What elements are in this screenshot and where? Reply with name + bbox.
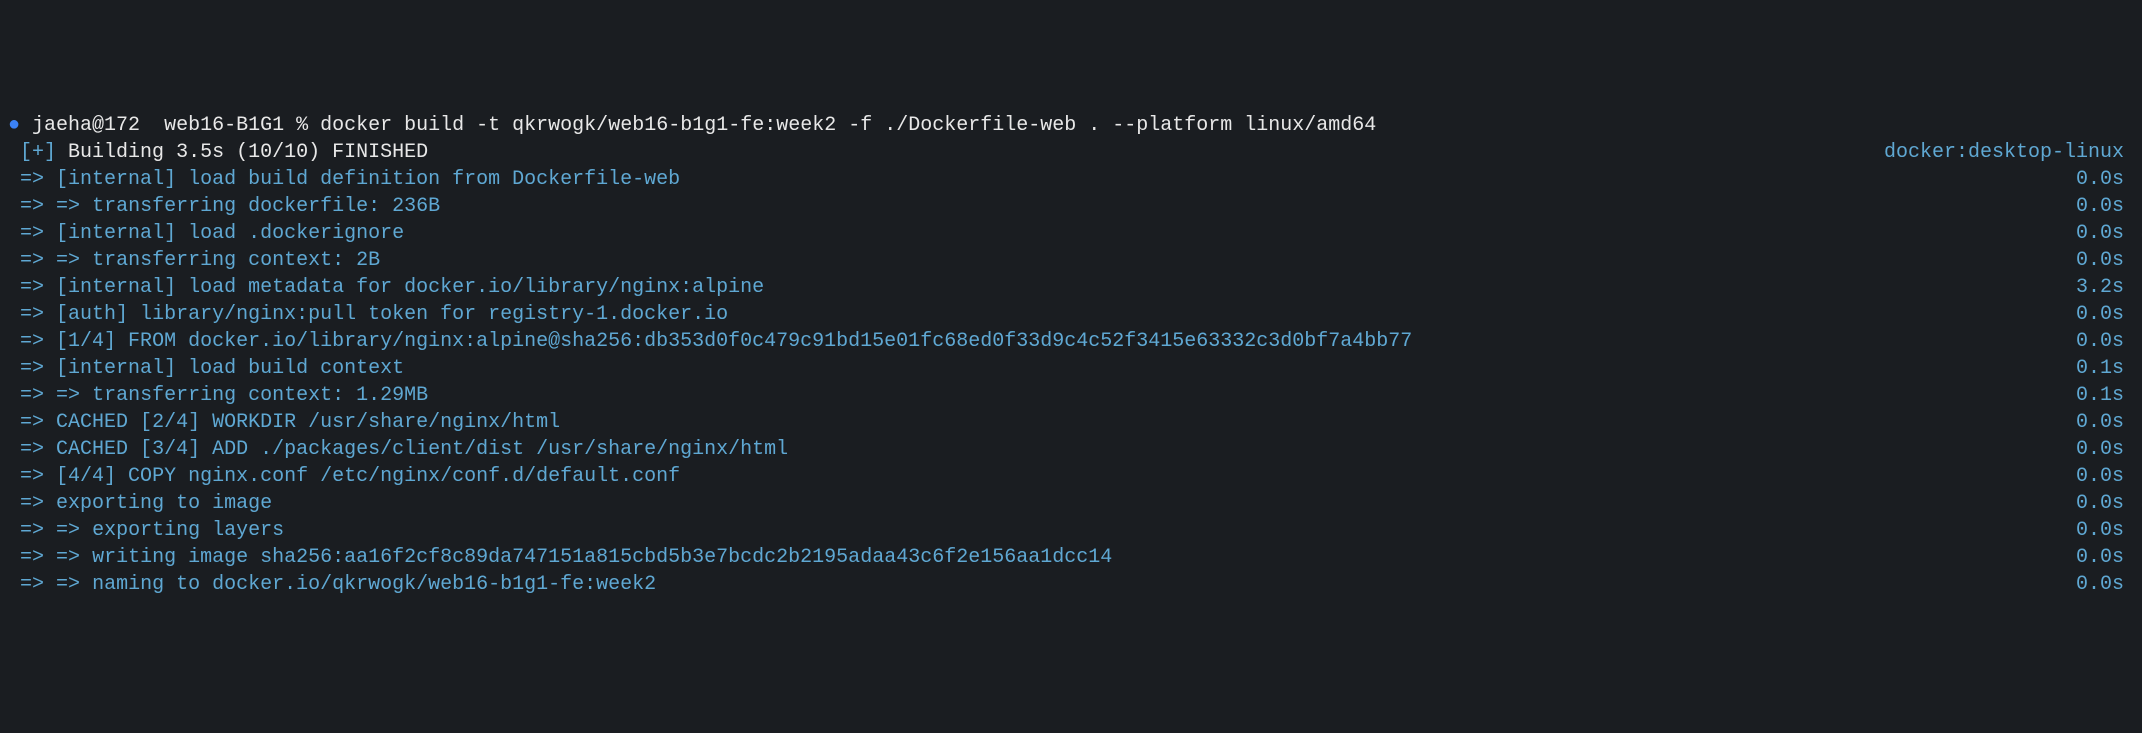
step-text: [internal] load metadata for docker.io/l…	[56, 276, 764, 299]
build-step-line: => [4/4] COPY nginx.conf /etc/nginx/conf…	[8, 463, 2134, 490]
sub-arrow-icon: =>	[56, 519, 92, 542]
build-step-line: => exporting to image 0.0s	[8, 490, 2134, 517]
step-text: [1/4] FROM docker.io/library/nginx:alpin…	[56, 330, 1412, 353]
build-step-line: => [internal] load .dockerignore 0.0s	[8, 220, 2134, 247]
build-step-line: => => writing image sha256:aa16f2cf8c89d…	[8, 544, 2134, 571]
step-time: 0.0s	[2076, 193, 2134, 220]
arrow-icon: =>	[20, 168, 44, 191]
arrow-icon: =>	[20, 519, 44, 542]
step-text: [auth] library/nginx:pull token for regi…	[56, 303, 728, 326]
arrow-icon: =>	[20, 222, 44, 245]
arrow-icon: =>	[20, 411, 44, 434]
sub-arrow-icon: =>	[56, 249, 92, 272]
build-step-line: => CACHED [3/4] ADD ./packages/client/di…	[8, 436, 2134, 463]
step-text: CACHED [3/4] ADD ./packages/client/dist …	[56, 438, 788, 461]
step-time: 0.0s	[2076, 166, 2134, 193]
build-step-line: => => transferring context: 1.29MB 0.1s	[8, 382, 2134, 409]
step-time: 0.0s	[2076, 436, 2134, 463]
build-step-line: => => exporting layers 0.0s	[8, 517, 2134, 544]
build-header: [+] Building 3.5s (10/10) FINISHED docker…	[8, 139, 2134, 166]
sub-arrow-icon: =>	[56, 573, 92, 596]
build-step-line: => CACHED [2/4] WORKDIR /usr/share/nginx…	[8, 409, 2134, 436]
step-time: 0.0s	[2076, 517, 2134, 544]
build-step-line: => [auth] library/nginx:pull token for r…	[8, 301, 2134, 328]
build-step-line: => => transferring dockerfile: 236B 0.0s	[8, 193, 2134, 220]
step-text: transferring context: 1.29MB	[92, 384, 428, 407]
arrow-icon: =>	[20, 384, 44, 407]
step-text: transferring dockerfile: 236B	[92, 195, 440, 218]
arrow-icon: =>	[20, 573, 44, 596]
step-text: [internal] load build context	[56, 357, 404, 380]
arrow-icon: =>	[20, 357, 44, 380]
arrow-icon: =>	[20, 438, 44, 461]
step-time: 0.0s	[2076, 328, 2134, 355]
build-steps: => [internal] load build definition from…	[8, 166, 2134, 598]
step-time: 0.0s	[2076, 571, 2134, 598]
step-text: exporting layers	[92, 519, 284, 542]
build-summary: Building 3.5s (10/10) FINISHED	[68, 141, 428, 164]
sub-arrow-icon: =>	[56, 546, 92, 569]
step-text: CACHED [2/4] WORKDIR /usr/share/nginx/ht…	[56, 411, 560, 434]
build-step-line: => [internal] load build definition from…	[8, 166, 2134, 193]
arrow-icon: =>	[20, 303, 44, 326]
build-step-line: => [internal] load build context 0.1s	[8, 355, 2134, 382]
step-text: [4/4] COPY nginx.conf /etc/nginx/conf.d/…	[56, 465, 680, 488]
step-time: 0.0s	[2076, 301, 2134, 328]
step-text: naming to docker.io/qkrwogk/web16-b1g1-f…	[92, 573, 656, 596]
build-step-line: => => naming to docker.io/qkrwogk/web16-…	[8, 571, 2134, 598]
arrow-icon: =>	[20, 330, 44, 353]
step-time: 0.1s	[2076, 355, 2134, 382]
step-text: exporting to image	[56, 492, 272, 515]
step-text: transferring context: 2B	[92, 249, 380, 272]
status-dot-icon: ●	[8, 112, 20, 139]
arrow-icon: =>	[20, 276, 44, 299]
prompt-line: ● jaeha@172 web16-B1G1 % docker build -t…	[8, 112, 2134, 139]
sub-arrow-icon: =>	[56, 384, 92, 407]
arrow-icon: =>	[20, 546, 44, 569]
step-text: [internal] load build definition from Do…	[56, 168, 680, 191]
terminal-output[interactable]: ● jaeha@172 web16-B1G1 % docker build -t…	[8, 112, 2134, 598]
step-time: 3.2s	[2076, 274, 2134, 301]
build-context: docker:desktop-linux	[1884, 139, 2134, 166]
step-time: 0.1s	[2076, 382, 2134, 409]
step-text: writing image sha256:aa16f2cf8c89da74715…	[92, 546, 1112, 569]
build-step-line: => => transferring context: 2B 0.0s	[8, 247, 2134, 274]
step-text: [internal] load .dockerignore	[56, 222, 404, 245]
build-step-line: => [1/4] FROM docker.io/library/nginx:al…	[8, 328, 2134, 355]
prompt-dir: web16-B1G1	[164, 114, 284, 137]
arrow-icon: =>	[20, 249, 44, 272]
step-time: 0.0s	[2076, 220, 2134, 247]
step-time: 0.0s	[2076, 544, 2134, 571]
step-time: 0.0s	[2076, 463, 2134, 490]
step-time: 0.0s	[2076, 490, 2134, 517]
prompt-sep: %	[296, 114, 308, 137]
arrow-icon: =>	[20, 465, 44, 488]
prompt-user-host: jaeha@172	[32, 114, 140, 137]
step-time: 0.0s	[2076, 247, 2134, 274]
arrow-icon: =>	[20, 492, 44, 515]
build-step-line: => [internal] load metadata for docker.i…	[8, 274, 2134, 301]
arrow-icon: =>	[20, 195, 44, 218]
build-prefix: [+]	[20, 141, 56, 164]
step-time: 0.0s	[2076, 409, 2134, 436]
command-text: docker build -t qkrwogk/web16-b1g1-fe:we…	[320, 114, 1376, 137]
sub-arrow-icon: =>	[56, 195, 92, 218]
